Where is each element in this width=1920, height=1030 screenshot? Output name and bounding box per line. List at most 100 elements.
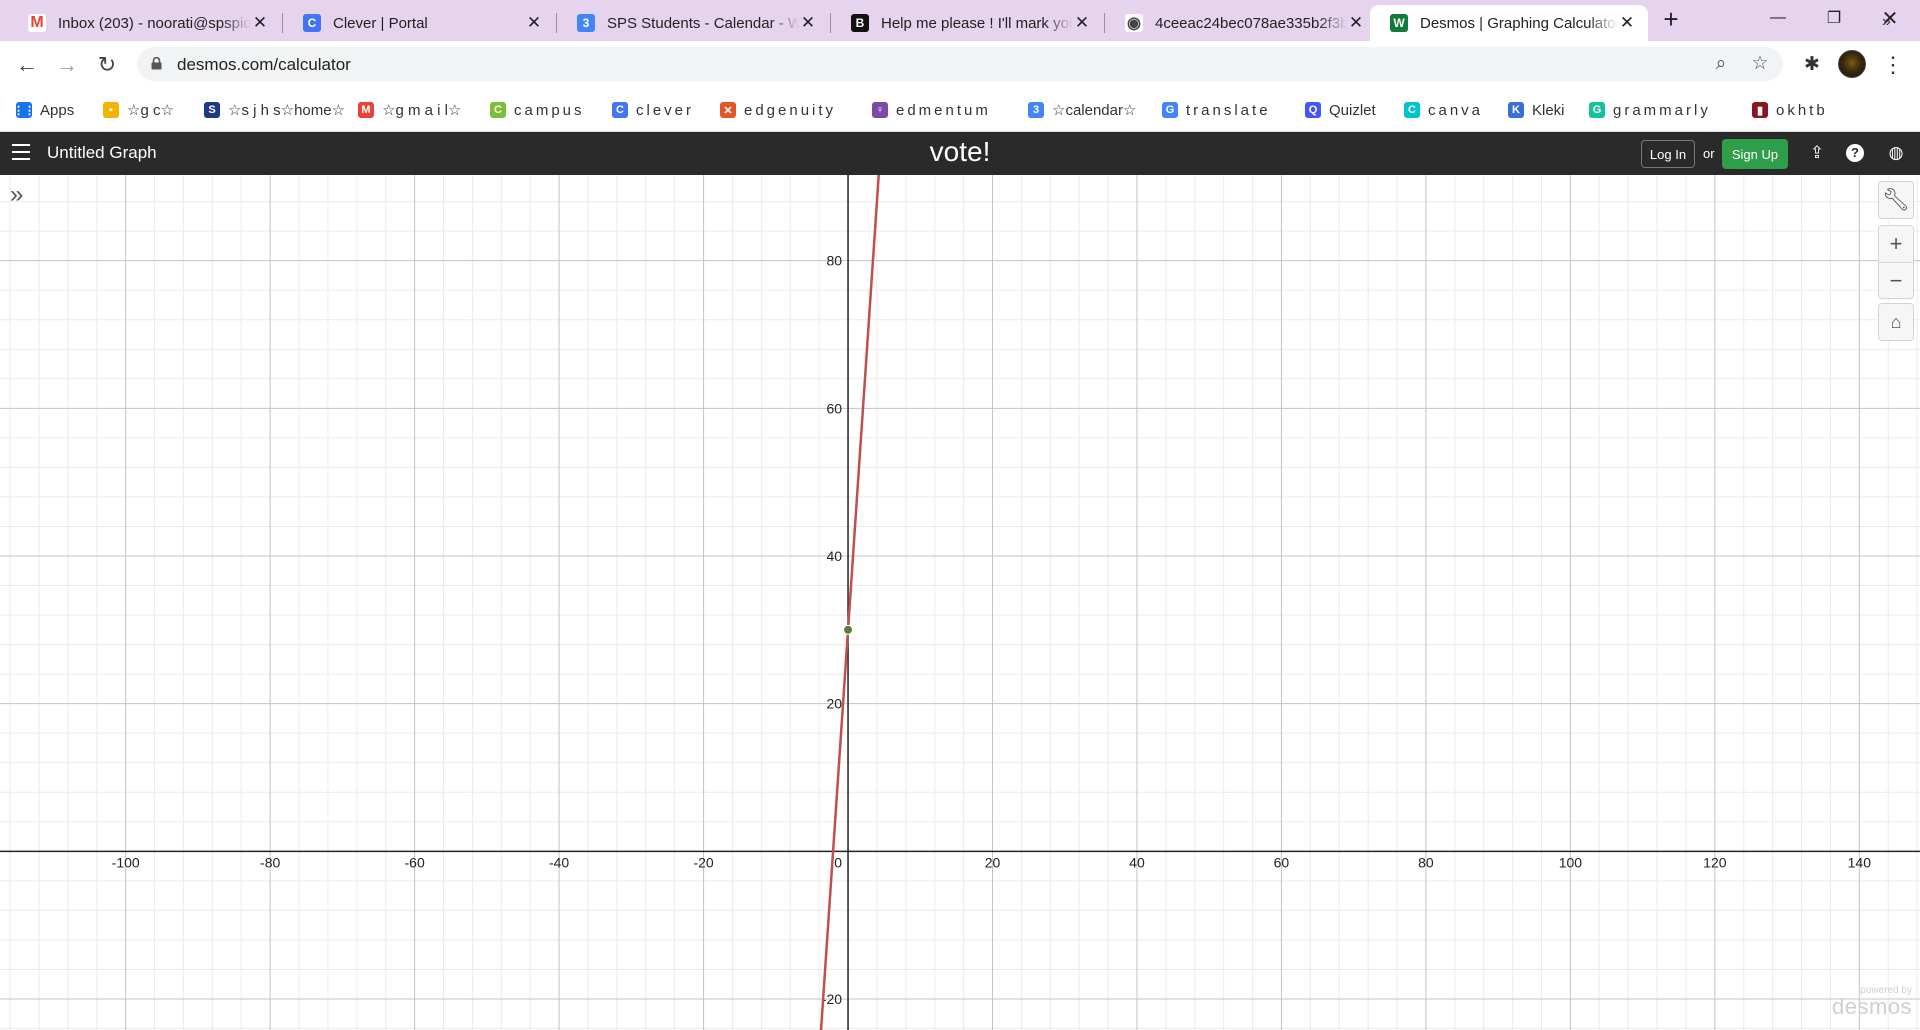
intercept-point[interactable] (843, 624, 854, 635)
extensions-puzzle-icon[interactable]: ✱ (1800, 53, 1824, 77)
x-tick-label: 40 (1129, 854, 1145, 870)
lock-icon (151, 57, 162, 70)
close-icon[interactable]: ✕ (1618, 14, 1636, 32)
profile-avatar[interactable] (1838, 50, 1866, 78)
tab-label: Desmos | Graphing Calculator (1420, 14, 1618, 32)
bookmark-label: ☆g c☆ (127, 102, 174, 119)
minimize-icon[interactable]: — (1750, 0, 1806, 36)
home-icon[interactable]: ⌂ (1879, 304, 1913, 340)
bookmark-star-icon[interactable]: ☆ (1750, 54, 1770, 74)
bookmark-label: Kleki (1532, 101, 1565, 119)
bookmark-clever[interactable]: Cclever (612, 99, 694, 121)
zoom-in-icon[interactable]: + (1879, 226, 1913, 262)
calendar-icon: 3 (577, 14, 595, 32)
settings-panel: 🔧︎ (1878, 181, 1914, 219)
close-icon[interactable]: ✕ (1073, 14, 1091, 32)
desmos-icon: W (1390, 14, 1408, 32)
bookmark-apps[interactable]: ⋮⋮ Apps (13, 99, 75, 121)
bookmarks-overflow-button[interactable]: » (1882, 13, 1891, 31)
y-tick-label: 80 (826, 253, 842, 269)
share-icon[interactable]: ⇪ (1806, 142, 1828, 164)
y-tick-label: 60 (826, 400, 842, 416)
tab-desmos[interactable]: W Desmos | Graphing Calculator ✕ (1370, 5, 1648, 41)
edgenuity-icon: ✕ (720, 102, 736, 118)
x-tick-label: 80 (1418, 854, 1434, 870)
tab-label: Inbox (203) - noorati@spspioneer (58, 14, 251, 32)
bookmark-label: edmentum (896, 101, 991, 119)
bookmark-label: okhtb (1776, 101, 1828, 119)
graph-plot[interactable]: -100 -80 -60 -40 -20 20 40 60 80 100 120 140 -20 20 40… (0, 175, 1920, 1030)
close-icon[interactable]: ✕ (251, 14, 269, 32)
bookmark-edmentum[interactable]: ♀ edmentum (872, 99, 991, 121)
bookmark-label: campus (514, 101, 585, 119)
grammarly-icon: G (1589, 102, 1605, 118)
bookmarks-bar: ⋮⋮ Apps ▪ ☆g c☆ S ☆s j h s☆home☆ M ☆g m a i l☆ C… (0, 88, 1920, 132)
help-icon[interactable]: ? (1846, 144, 1864, 162)
login-button[interactable]: Log In (1641, 140, 1695, 168)
bookmark-label: Apps (40, 101, 75, 119)
function-curve[interactable] (819, 175, 882, 1030)
bookmark-label: ☆g m a i l☆ (382, 102, 462, 119)
bookmark-label: ☆calendar☆ (1052, 102, 1137, 119)
bookmark-calendar[interactable]: 3 ☆calendar☆ (1028, 99, 1136, 121)
graph-canvas[interactable]: -100 -80 -60 -40 -20 20 40 60 80 100 120 140 -20 20 40… (0, 175, 1920, 1030)
tab-hash-page[interactable]: ◉ 4ceeac24bec078ae335b2f3b8 ✕ (1105, 5, 1377, 41)
bookmark-campus[interactable]: Ccampus (490, 99, 585, 121)
okhtb-icon: ▮ (1752, 102, 1768, 118)
bookmark-label: canva (1428, 101, 1484, 119)
x-tick-label: 140 (1848, 854, 1872, 870)
close-icon[interactable]: ✕ (525, 14, 543, 32)
bookmark-kleki[interactable]: K Kleki (1508, 99, 1565, 121)
bookmark-gmail[interactable]: M ☆g m a i l☆ (358, 99, 461, 121)
tab-label: Clever | Portal (333, 14, 428, 32)
address-bar[interactable]: desmos.com/calculator ⌕ ☆ (137, 47, 1783, 81)
wrench-settings-icon[interactable]: 🔧︎ (1879, 182, 1913, 218)
new-tab-button[interactable]: + (1657, 6, 1685, 34)
signup-button[interactable]: Sign Up (1722, 139, 1788, 169)
kebab-menu-icon[interactable]: ⋮ (1881, 53, 1905, 77)
close-icon[interactable]: ✕ (799, 14, 817, 32)
bookmark-translate[interactable]: Gtranslate (1162, 99, 1271, 121)
bookmark-grammarly[interactable]: Ggrammarly (1589, 99, 1711, 121)
zoom-out-icon[interactable]: − (1879, 262, 1913, 298)
bookmark-label: ☆s j h s☆home☆ (228, 102, 346, 119)
url-text[interactable]: desmos.com/calculator (177, 55, 351, 75)
tab-brainly[interactable]: B Help me please ! I'll mark you ✕ (831, 5, 1103, 41)
bookmark-sjhshome[interactable]: S ☆s j h s☆home☆ (204, 99, 345, 121)
bookmark-canva[interactable]: Ccanva (1404, 99, 1483, 121)
forward-arrow-icon[interactable]: → (51, 49, 83, 81)
globe-language-icon[interactable]: ◍ (1885, 142, 1907, 164)
tab-clever[interactable]: C Clever | Portal ✕ (283, 5, 555, 41)
bookmark-quizlet[interactable]: Q Quizlet (1305, 99, 1376, 121)
bookmark-label: clever (636, 101, 695, 119)
bookmark-label: Quizlet (1329, 101, 1376, 119)
back-arrow-icon[interactable]: ← (11, 49, 43, 81)
calendar-icon: 3 (1028, 102, 1044, 118)
x-tick-label: -40 (549, 854, 569, 870)
zoom-magnifier-icon[interactable]: ⌕ (1711, 54, 1731, 74)
home-panel: ⌂ (1878, 303, 1914, 341)
screen: M Inbox (203) - noorati@spspioneer ✕ C C… (0, 0, 1920, 1030)
x-tick-label: -100 (112, 854, 140, 870)
bookmark-label: grammarly (1613, 101, 1711, 119)
close-icon[interactable]: ✕ (1347, 14, 1365, 32)
reload-icon[interactable]: ↻ (91, 49, 123, 81)
y-tick-label: 20 (826, 696, 842, 712)
schoology-icon: S (204, 102, 220, 118)
restore-icon[interactable]: ❐ (1806, 0, 1862, 36)
campus-icon: C (490, 102, 506, 118)
x-tick-label: 60 (1274, 854, 1290, 870)
bookmark-label: translate (1186, 101, 1271, 119)
bookmark-gc[interactable]: ▪ ☆g c☆ (103, 99, 174, 121)
y-tick-label: 40 (826, 548, 842, 564)
canva-icon: C (1404, 102, 1420, 118)
x-tick-label: -20 (693, 854, 713, 870)
expand-expression-list-icon[interactable]: » (10, 183, 34, 209)
tab-gmail[interactable]: M Inbox (203) - noorati@spspioneer ✕ (8, 5, 281, 41)
google-translate-icon: G (1162, 102, 1178, 118)
tab-calendar[interactable]: 3 SPS Students - Calendar - Week ✕ (557, 5, 829, 41)
bookmark-okhtb[interactable]: ▮ okhtb (1752, 99, 1828, 121)
x-tick-label: 20 (985, 854, 1001, 870)
gmail-icon: M (28, 14, 46, 32)
bookmark-edgenuity[interactable]: ✕ edgenuity (720, 99, 836, 121)
